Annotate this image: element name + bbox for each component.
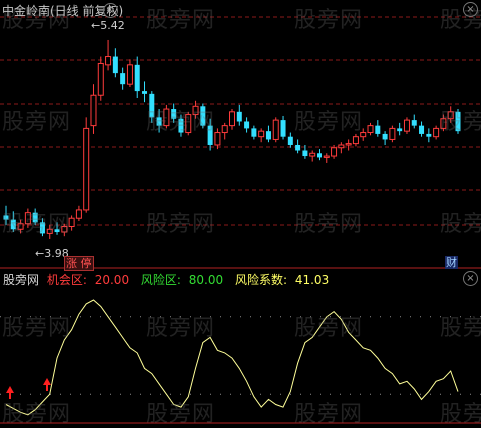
candle-body (221, 125, 228, 134)
risk-coef-label: 风险系数: (234, 273, 288, 287)
candle-body (258, 130, 265, 138)
candle-body (46, 228, 53, 234)
candle-body (120, 73, 126, 85)
candle-body (360, 132, 367, 138)
candle-body (83, 127, 90, 211)
candle-body (200, 106, 206, 126)
candle-body (185, 114, 192, 134)
candle-body (214, 132, 221, 146)
candle-body (455, 111, 461, 132)
candle-body (309, 152, 316, 157)
candle-body (331, 147, 338, 157)
candle-body (345, 143, 352, 146)
candle-body (156, 117, 162, 126)
candle-body (192, 105, 199, 116)
candle-body (10, 219, 16, 230)
candle-body (142, 91, 148, 94)
candle-body (295, 144, 301, 151)
candle-body (171, 109, 177, 119)
candle-body (97, 62, 104, 96)
candle-body (90, 94, 97, 127)
candle-body (316, 153, 322, 158)
candle-body (207, 125, 213, 145)
candle-body (39, 222, 45, 234)
risk-zone-value: 80.00 (188, 273, 224, 287)
candle-body (302, 150, 308, 157)
candle-body (367, 125, 374, 134)
opportunity-zone: 机会区: 20.00 (47, 273, 133, 287)
candle-body (389, 127, 396, 140)
candle-body (24, 212, 31, 225)
candle-body (272, 119, 279, 140)
risk-zone: 风险区: 80.00 (141, 273, 227, 287)
finance-badge[interactable]: 财 (445, 256, 458, 269)
buy-signal-arrow (43, 378, 51, 391)
indicator-name[interactable]: 股旁网 (3, 273, 39, 287)
candle-body (32, 212, 38, 223)
candle-body (126, 64, 133, 85)
high-price-value: 5.42 (100, 19, 125, 32)
candle-body (382, 133, 388, 140)
opportunity-label: 机会区: (46, 273, 87, 287)
candle-body (178, 118, 184, 133)
risk-zone-label: 风险区: (140, 273, 181, 287)
candle-body (54, 229, 60, 233)
candle-body (447, 111, 454, 120)
candle-body (323, 155, 330, 158)
gear-circle-icon[interactable]: ⚙ (103, 3, 118, 18)
candle-body (3, 215, 9, 220)
candle-body (375, 125, 381, 134)
limit-up-badge[interactable]: 涨 停 (64, 256, 94, 271)
candle-body (61, 226, 68, 233)
risk-coef-value: 41.03 (294, 273, 330, 287)
candle-body (17, 223, 24, 230)
candle-body (280, 120, 286, 137)
candle-body (440, 118, 447, 129)
candle-body (244, 121, 250, 129)
chart-canvas[interactable] (0, 0, 481, 425)
candle-body (105, 56, 112, 66)
candle-body (149, 93, 155, 118)
high-price-label: ←5.42 (91, 19, 125, 32)
stock-chart-window: 股旁网 股旁网 股旁网 股旁网 股旁网 股旁网 股旁网 股旁网 股旁网 股旁网 … (0, 0, 481, 427)
candle-body (236, 111, 242, 122)
candle-body (352, 136, 359, 145)
opportunity-value: 20.00 (94, 273, 130, 287)
candle-body (433, 127, 440, 138)
candle-body (338, 144, 345, 149)
close-icon[interactable]: × (463, 2, 478, 17)
candle-body (68, 217, 75, 228)
candle-body (229, 111, 235, 127)
candle-body (163, 108, 170, 127)
candle-body (251, 128, 257, 137)
candle-body (411, 120, 417, 126)
candle-body (419, 125, 425, 134)
risk-coefficient: 风险系数: 41.03 (235, 273, 333, 287)
candle-body (397, 128, 403, 132)
candle-body (265, 131, 271, 140)
candle-body (426, 133, 432, 137)
candle-body (134, 64, 140, 92)
indicator-close-icon[interactable]: × (463, 271, 478, 286)
indicator-header: 股旁网 机会区: 20.00 风险区: 80.00 风险系数: 41.03 (3, 271, 337, 288)
candle-body (403, 119, 410, 132)
buy-signal-arrow (6, 386, 14, 399)
candle-body (75, 209, 82, 219)
candle-body (287, 136, 293, 145)
candle-body (112, 56, 118, 74)
